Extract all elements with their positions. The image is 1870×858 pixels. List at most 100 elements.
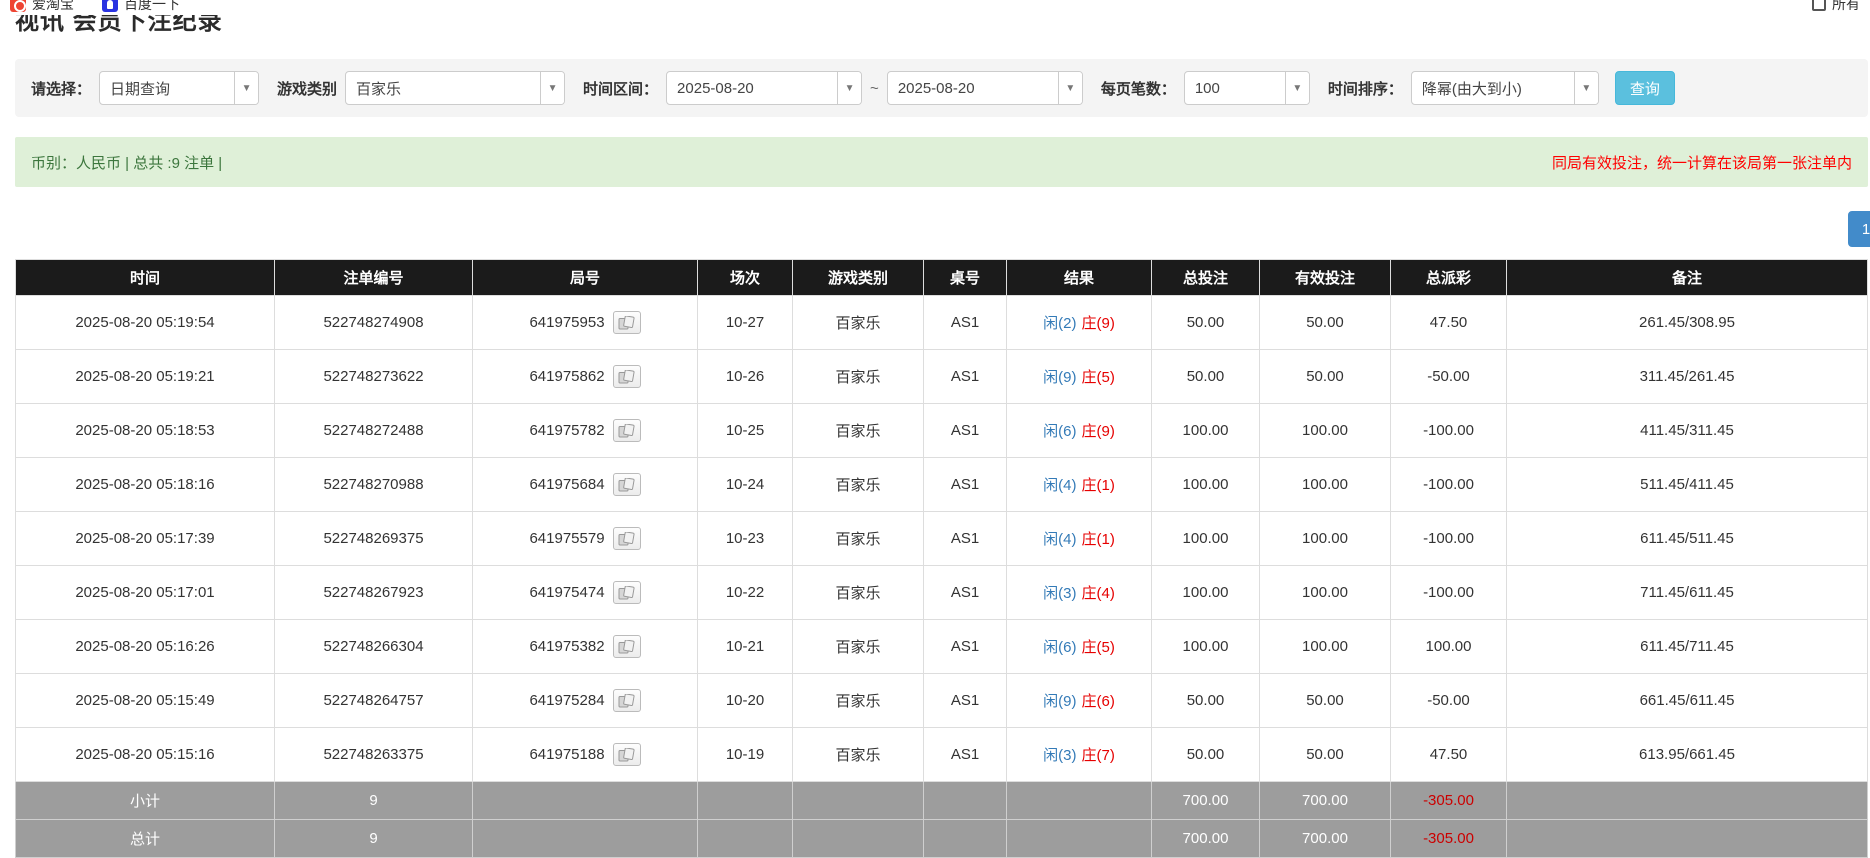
cell-round-id: 641975782 <box>473 404 698 458</box>
cell-total-bet[interactable]: 100.00 <box>1152 404 1260 458</box>
cards-icon <box>618 586 635 600</box>
cell-bet-id: 522748274908 <box>275 296 473 350</box>
cell-remark: 311.45/261.45 <box>1507 350 1868 404</box>
cell-time: 2025-08-20 05:17:01 <box>16 566 275 620</box>
cell-remark: 611.45/711.45 <box>1507 620 1868 674</box>
table-row: 2025-08-20 05:15:49 522748264757 6419752… <box>16 674 1868 728</box>
bet-records-table: 时间 注单编号 局号 场次 游戏类别 桌号 结果 总投注 有效投注 总派彩 备注… <box>15 259 1868 858</box>
page-size-select[interactable]: 100 ▼ <box>1184 71 1310 105</box>
date-range-label: 时间区间： <box>583 78 658 99</box>
cell-time: 2025-08-20 05:18:53 <box>16 404 275 458</box>
view-result-button[interactable] <box>613 689 641 712</box>
cell-remark: 511.45/411.45 <box>1507 458 1868 512</box>
cell-payout: -100.00 <box>1391 512 1507 566</box>
cell-payout: -50.00 <box>1391 674 1507 728</box>
bookmark-aitaobao[interactable]: 爱淘宝 <box>10 0 74 13</box>
col-session: 场次 <box>698 260 793 296</box>
total-payout: -305.00 <box>1391 820 1507 858</box>
page-button-1[interactable]: 1 <box>1848 211 1870 247</box>
bookmark-label: 爱淘宝 <box>32 0 74 13</box>
view-result-button[interactable] <box>613 311 641 334</box>
view-result-button[interactable] <box>613 527 641 550</box>
bookmarks-bar: 爱淘宝 百度一下 所有 <box>0 0 1870 13</box>
banker-result: 庄(9) <box>1082 423 1115 440</box>
col-valid-bet: 有效投注 <box>1260 260 1391 296</box>
game-type-select[interactable]: 百家乐 ▼ <box>345 71 565 105</box>
view-result-button[interactable] <box>613 473 641 496</box>
banker-result: 庄(1) <box>1082 477 1115 494</box>
table-row: 2025-08-20 05:16:26 522748266304 6419753… <box>16 620 1868 674</box>
cell-total-bet[interactable]: 100.00 <box>1152 512 1260 566</box>
cell-game-type: 百家乐 <box>793 620 924 674</box>
banker-result: 庄(5) <box>1082 369 1115 386</box>
sort-select[interactable]: 降幂(由大到小) ▼ <box>1411 71 1599 105</box>
cell-round-id: 641975953 <box>473 296 698 350</box>
cell-table-no: AS1 <box>924 728 1007 782</box>
col-remark: 备注 <box>1507 260 1868 296</box>
query-type-select[interactable]: 日期查询 ▼ <box>99 71 259 105</box>
cell-round-id: 641975284 <box>473 674 698 728</box>
cell-remark: 613.95/661.45 <box>1507 728 1868 782</box>
chevron-down-icon: ▼ <box>234 72 258 104</box>
page-size-value: 100 <box>1185 72 1285 104</box>
cell-time: 2025-08-20 05:18:16 <box>16 458 275 512</box>
cell-total-bet[interactable]: 100.00 <box>1152 620 1260 674</box>
cards-icon <box>618 316 635 330</box>
player-result: 闲(3) <box>1043 585 1076 602</box>
cell-game-type: 百家乐 <box>793 296 924 350</box>
cell-valid-bet: 100.00 <box>1260 404 1391 458</box>
cell-remark: 711.45/611.45 <box>1507 566 1868 620</box>
col-result: 结果 <box>1007 260 1152 296</box>
cell-session: 10-24 <box>698 458 793 512</box>
cell-bet-id: 522748263375 <box>275 728 473 782</box>
page-size-label: 每页笔数： <box>1101 78 1176 99</box>
sort-label: 时间排序： <box>1328 78 1403 99</box>
cell-total-bet[interactable]: 50.00 <box>1152 728 1260 782</box>
subtotal-total-bet: 700.00 <box>1152 782 1260 820</box>
cell-total-bet[interactable]: 50.00 <box>1152 350 1260 404</box>
cards-icon <box>618 694 635 708</box>
banker-result: 庄(5) <box>1082 639 1115 656</box>
cell-total-bet[interactable]: 100.00 <box>1152 458 1260 512</box>
date-range-separator: ~ <box>870 80 879 97</box>
cards-icon <box>618 532 635 546</box>
cell-round-id: 641975579 <box>473 512 698 566</box>
cell-session: 10-21 <box>698 620 793 674</box>
chevron-down-icon: ▼ <box>540 72 564 104</box>
cell-round-id: 641975474 <box>473 566 698 620</box>
cell-table-no: AS1 <box>924 458 1007 512</box>
cell-total-bet[interactable]: 50.00 <box>1152 674 1260 728</box>
view-result-button[interactable] <box>613 581 641 604</box>
cards-icon <box>618 478 635 492</box>
table-row: 2025-08-20 05:17:39 522748269375 6419755… <box>16 512 1868 566</box>
cell-bet-id: 522748264757 <box>275 674 473 728</box>
cell-payout: -100.00 <box>1391 566 1507 620</box>
banker-result: 庄(7) <box>1082 747 1115 764</box>
cell-valid-bet: 50.00 <box>1260 728 1391 782</box>
cell-result: 闲(4)庄(1) <box>1007 458 1152 512</box>
pagination: 1 <box>15 211 1868 247</box>
cell-game-type: 百家乐 <box>793 458 924 512</box>
search-button[interactable]: 查询 <box>1615 71 1675 105</box>
view-result-button[interactable] <box>613 743 641 766</box>
cell-game-type: 百家乐 <box>793 674 924 728</box>
cell-game-type: 百家乐 <box>793 512 924 566</box>
subtotal-count: 9 <box>275 782 473 820</box>
cell-session: 10-27 <box>698 296 793 350</box>
bookmark-baidu[interactable]: 百度一下 <box>102 0 180 13</box>
cell-remark: 611.45/511.45 <box>1507 512 1868 566</box>
all-bookmarks-button[interactable]: 所有 <box>1812 0 1860 13</box>
cell-total-bet[interactable]: 50.00 <box>1152 296 1260 350</box>
cell-session: 10-19 <box>698 728 793 782</box>
date-to-select[interactable]: 2025-08-20 ▼ <box>887 71 1083 105</box>
date-from-select[interactable]: 2025-08-20 ▼ <box>666 71 862 105</box>
cell-session: 10-20 <box>698 674 793 728</box>
cell-bet-id: 522748267923 <box>275 566 473 620</box>
cell-total-bet[interactable]: 100.00 <box>1152 566 1260 620</box>
view-result-button[interactable] <box>613 419 641 442</box>
view-result-button[interactable] <box>613 365 641 388</box>
table-row: 2025-08-20 05:19:54 522748274908 6419759… <box>16 296 1868 350</box>
view-result-button[interactable] <box>613 635 641 658</box>
aitaobao-favicon-icon <box>10 0 26 12</box>
cell-result: 闲(9)庄(5) <box>1007 350 1152 404</box>
